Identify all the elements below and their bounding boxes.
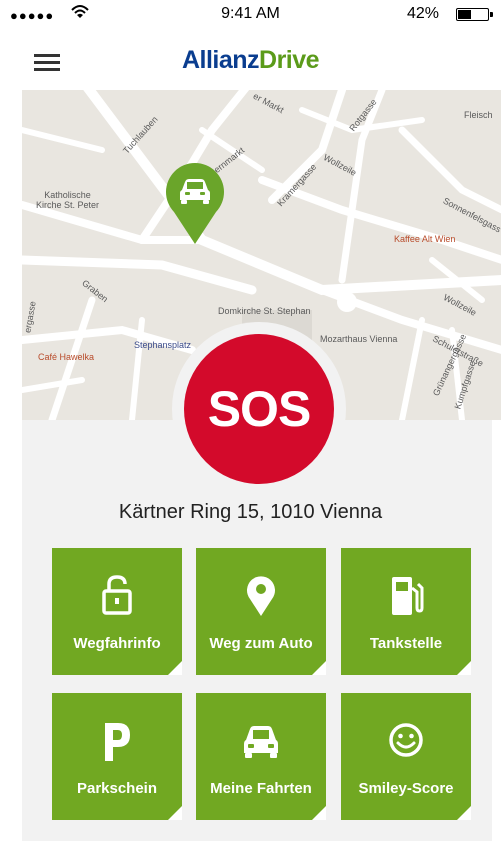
- battery-tip: [490, 12, 493, 17]
- fuel-pump-icon: [341, 574, 471, 618]
- poi-label-museum: Mozarthaus Vienna: [320, 334, 398, 344]
- current-address: Kärtner Ring 15, 1010 Vienna: [118, 501, 383, 523]
- tile-label: Wegfahrinfo: [73, 635, 161, 652]
- tile-parkschein[interactable]: Parkschein: [52, 693, 182, 820]
- unlocked-padlock-icon: [52, 574, 182, 618]
- tile-smiley-score[interactable]: Smiley-Score: [341, 693, 471, 820]
- logo-text-allianz: Allianz: [181, 46, 260, 74]
- status-bar: ●●●●● 9:41 AM 42%: [0, 0, 501, 28]
- poi-label-cathedral: Domkirche St. Stephan: [218, 306, 311, 316]
- tile-label: Smiley-Score: [358, 780, 454, 797]
- tile-weg-zum-auto[interactable]: Weg zum Auto: [196, 548, 326, 675]
- parking-icon: [52, 719, 182, 763]
- street-label: Fleisch: [464, 110, 493, 120]
- tile-wegfahrinfo[interactable]: Wegfahrinfo: [52, 548, 182, 675]
- app-logo: AllianzDrive: [0, 46, 501, 75]
- location-pin-icon: [196, 574, 326, 618]
- logo-text-drive: Drive: [259, 46, 320, 74]
- poi-label-metro: Stephansplatz: [134, 340, 192, 350]
- car-location-pin[interactable]: [164, 160, 226, 244]
- poi-label-cafe: Kaffee Alt Wien: [394, 234, 456, 244]
- poi-label-church: Katholische Kirche St. Peter: [36, 190, 100, 210]
- sos-button[interactable]: SOS: [184, 334, 334, 484]
- tile-label: Weg zum Auto: [209, 635, 313, 652]
- tile-meine-fahrten[interactable]: Meine Fahrten: [196, 693, 326, 820]
- navigation-bar: AllianzDrive: [0, 28, 501, 90]
- smiley-icon: [341, 719, 471, 763]
- poi-label-cafe: Café Hawelka: [38, 352, 95, 362]
- car-icon: [196, 719, 326, 763]
- tile-tankstelle[interactable]: Tankstelle: [341, 548, 471, 675]
- battery-icon: [456, 8, 489, 21]
- tile-label: Parkschein: [76, 780, 158, 797]
- tile-label: Meine Fahrten: [210, 780, 312, 797]
- battery-percentage: 42%: [406, 5, 439, 22]
- tile-label: Tankstelle: [369, 635, 443, 652]
